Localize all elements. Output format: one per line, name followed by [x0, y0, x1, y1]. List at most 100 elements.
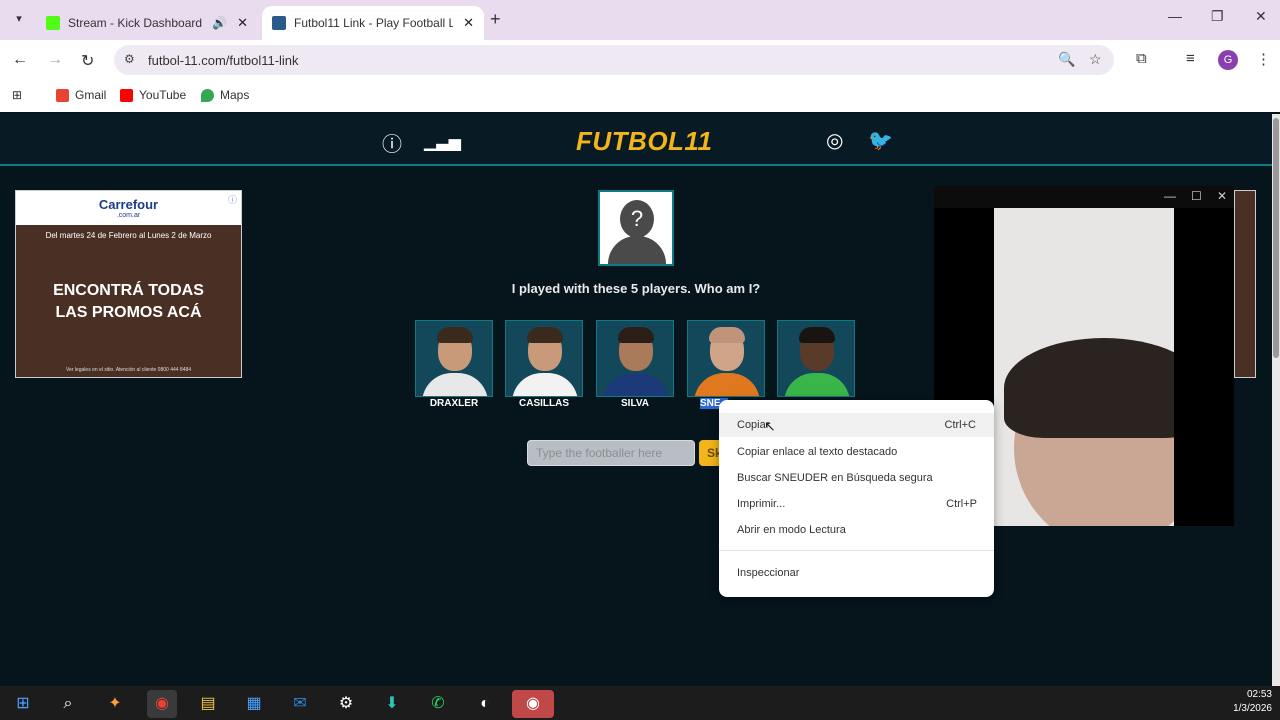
bookmark-maps[interactable]: Maps: [201, 88, 249, 102]
search-icon[interactable]: ⌕: [53, 690, 83, 718]
context-item-inspect[interactable]: Inspeccionar: [737, 567, 977, 579]
ad-info-icon[interactable]: ⓘ: [228, 193, 237, 206]
context-item-label: Abrir en modo Lectura: [737, 524, 846, 536]
right-ad[interactable]: [1234, 190, 1256, 378]
context-menu-divider: [719, 550, 994, 551]
player-card[interactable]: [687, 320, 765, 397]
bookmark-label: Maps: [220, 88, 250, 102]
maps-icon: [201, 88, 214, 102]
futbol11-favicon-icon: [272, 16, 286, 30]
tab-futbol11[interactable]: Futbol11 Link - Play Football Li ✕: [262, 6, 484, 40]
gmail-icon: [56, 88, 69, 102]
close-tab-icon[interactable]: ✕: [237, 15, 248, 31]
reload-icon[interactable]: ↻: [81, 51, 94, 71]
cam-close-icon[interactable]: ✕: [1217, 189, 1227, 203]
windows-taskbar: [0, 686, 1280, 720]
close-tab-icon[interactable]: ✕: [463, 15, 474, 31]
site-info-icon[interactable]: ⚙: [124, 52, 135, 66]
minimize-icon[interactable]: —: [1168, 8, 1182, 24]
cam-maximize-icon[interactable]: ☐: [1191, 189, 1202, 203]
settings-gear-icon[interactable]: ⚙: [331, 690, 361, 718]
context-item-label: Imprimir...: [737, 498, 786, 510]
webcam-titlebar[interactable]: [934, 186, 1234, 208]
context-item-search[interactable]: Buscar SNEUDER en Búsqueda segura: [737, 472, 977, 484]
clock-time: 02:53: [1246, 689, 1272, 700]
player-hair: [437, 327, 473, 343]
context-item-copy-link[interactable]: Copiar enlace al texto destacado: [737, 446, 977, 458]
player-card[interactable]: [596, 320, 674, 397]
question-mark-icon: ?: [620, 200, 654, 238]
scrollbar-thumb[interactable]: [1273, 118, 1279, 358]
ad-brand: Carrefour: [98, 197, 159, 212]
info-icon[interactable]: ⓘ: [382, 128, 402, 157]
cam-minimize-icon[interactable]: —: [1164, 189, 1176, 203]
ad-domain: .com.ar: [116, 212, 141, 219]
recording-app-icon[interactable]: ◉: [512, 690, 554, 718]
context-item-shortcut: Ctrl+C: [944, 419, 976, 431]
context-menu: Copiar Ctrl+C Copiar enlace al texto des…: [719, 400, 994, 597]
context-item-shortcut: Ctrl+P: [946, 498, 977, 510]
bookmark-label: YouTube: [139, 88, 187, 102]
context-item-label: Buscar SNEUDER en Búsqueda segura: [737, 472, 933, 484]
app-icon[interactable]: ⬇: [377, 690, 407, 718]
close-window-icon[interactable]: ✕: [1255, 8, 1267, 25]
back-icon[interactable]: ←: [12, 51, 28, 69]
player-card[interactable]: [505, 320, 583, 397]
youtube-icon: [120, 88, 133, 102]
player-shirt: [784, 373, 850, 396]
zoom-icon[interactable]: 🔍: [1058, 51, 1075, 68]
store-icon[interactable]: ▦: [239, 690, 269, 718]
player-hair: [709, 327, 745, 343]
outlook-icon[interactable]: ✉: [285, 690, 315, 718]
new-tab-icon[interactable]: +: [490, 9, 501, 30]
restore-icon[interactable]: ❐: [1211, 8, 1224, 25]
player-hair: [527, 327, 563, 343]
system-clock[interactable]: 02:53 1/3/2026: [1222, 688, 1272, 716]
context-item-copy[interactable]: Copiar Ctrl+C: [719, 413, 994, 437]
player-card[interactable]: [415, 320, 493, 397]
context-item-reader-mode[interactable]: Abrir en modo Lectura: [737, 524, 977, 536]
menu-kebab-icon[interactable]: ⋮: [1256, 50, 1271, 68]
tab-kick-dashboard[interactable]: Stream - Kick Dashboard 🔊 ✕: [36, 6, 258, 40]
footballer-guess-input[interactable]: Type the footballer here: [527, 440, 695, 466]
file-explorer-icon[interactable]: ▤: [193, 690, 223, 718]
context-item-print[interactable]: Imprimir... Ctrl+P: [737, 498, 977, 510]
stats-icon[interactable]: ▁▃▅: [424, 132, 461, 152]
player-name: SILVA: [621, 398, 649, 409]
player-shirt: [422, 373, 488, 396]
forward-icon[interactable]: →: [47, 51, 63, 69]
context-item-label: Inspeccionar: [737, 567, 800, 579]
tab-search-button[interactable]: ▾: [8, 8, 30, 30]
silhouette-body: [608, 236, 666, 264]
copilot-icon[interactable]: ✦: [100, 690, 130, 718]
chrome-icon[interactable]: ◉: [147, 690, 177, 718]
player-card[interactable]: [777, 320, 855, 397]
bookmark-star-icon[interactable]: ☆: [1089, 51, 1102, 68]
ad-footer: Ver legales en el sitio. Atención al cli…: [65, 367, 192, 373]
player-name: CASILLAS: [519, 398, 569, 409]
bookmark-gmail[interactable]: Gmail: [56, 88, 106, 102]
player-hair: [618, 327, 654, 343]
tab-title: Stream - Kick Dashboard: [68, 16, 203, 30]
player-shirt: [694, 373, 760, 396]
bookmark-label: Gmail: [75, 88, 107, 102]
apps-grid-icon[interactable]: ⊞: [12, 88, 22, 102]
webcam-video: [994, 208, 1174, 526]
webcam-hair: [1004, 338, 1174, 438]
twitter-icon[interactable]: 🐦: [868, 128, 893, 153]
bookmark-youtube[interactable]: YouTube: [120, 88, 186, 102]
site-logo[interactable]: FUTBOL11: [576, 126, 712, 157]
player-shirt: [512, 373, 578, 396]
whatsapp-icon[interactable]: ✆: [423, 690, 453, 718]
windows-start-icon[interactable]: ⊞: [8, 690, 38, 718]
media-controls-icon[interactable]: ≡: [1186, 50, 1195, 67]
tab-title: Futbol11 Link - Play Football Li: [294, 16, 454, 30]
speaker-icon[interactable]: 🔊: [212, 16, 227, 30]
obs-icon[interactable]: ◐: [470, 690, 500, 718]
instagram-icon[interactable]: ◎: [826, 128, 843, 153]
player-hair: [799, 327, 835, 343]
extensions-icon[interactable]: ⧉: [1136, 50, 1147, 67]
bookmarks-bar: [0, 80, 1280, 112]
profile-avatar[interactable]: G: [1218, 50, 1238, 70]
url-text[interactable]: futbol-11.com/futbol11-link: [148, 53, 299, 68]
